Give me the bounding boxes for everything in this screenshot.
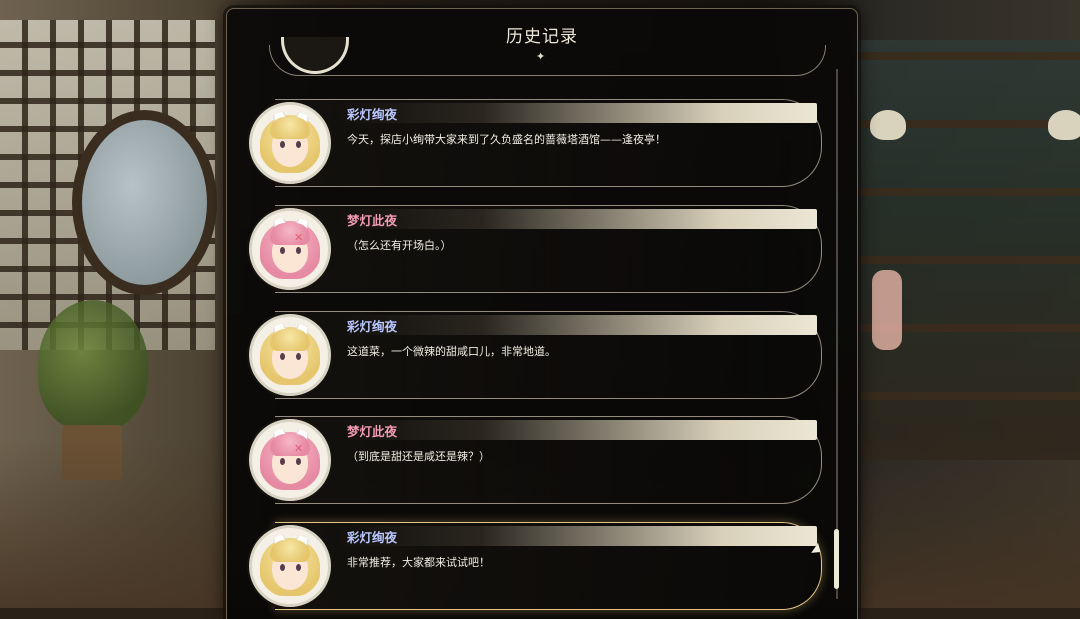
history-entry[interactable]: 梦灯此夜 （怎么还有开场白。） ✕ [247, 205, 825, 293]
pink-hair-girl-avatar: ✕ [249, 208, 331, 290]
dialogue-text: 非常推荐，大家都来试试吧！ [347, 556, 490, 569]
blonde-girl-avatar [249, 525, 331, 607]
dialogue-text: 今天，探店小绚带大家来到了久负盛名的蔷薇塔酒馆——逢夜亭！ [347, 133, 666, 146]
speaker-name-bar [339, 315, 817, 335]
lantern-icon [870, 110, 906, 140]
dialogue-text: 这道菜，一个微辣的甜咸口儿，非常地道。 [347, 345, 556, 358]
history-entry[interactable]: 彩灯绚夜 这道菜，一个微辣的甜咸口儿，非常地道。 [247, 311, 825, 399]
scrollbar-track[interactable] [836, 69, 838, 599]
blonde-girl-avatar [249, 314, 331, 396]
dialogue-text: （到底是甜还是咸还是辣？） [347, 450, 490, 463]
history-entry[interactable]: 彩灯绚夜 非常推荐，大家都来试试吧！ [247, 522, 825, 610]
blonde-girl-avatar [249, 102, 331, 184]
tavern-shelf [855, 40, 1080, 460]
speaker-name-bar [339, 420, 817, 440]
round-window [72, 110, 217, 295]
lantern-icon [1048, 110, 1080, 140]
dialogue-text: （怎么还有开场白。） [347, 239, 452, 252]
speaker-name: 梦灯此夜 [347, 424, 398, 439]
history-entry-partial[interactable] [269, 45, 826, 76]
pink-hair-girl-avatar: ✕ [249, 419, 331, 501]
scrollbar-thumb[interactable] [834, 529, 839, 589]
history-panel: 历史记录 ✦ 彩灯绚夜 今天，探店小绚带大家来到了久负盛名的蔷薇塔酒馆——逢夜亭… [226, 8, 858, 619]
speaker-name: 彩灯绚夜 [347, 319, 398, 334]
history-entry[interactable]: 彩灯绚夜 今天，探店小绚带大家来到了久负盛名的蔷薇塔酒馆——逢夜亭！ [247, 99, 825, 187]
speaker-name: 彩灯绚夜 [347, 530, 398, 545]
speaker-name: 彩灯绚夜 [347, 107, 398, 122]
character-hand [872, 270, 902, 350]
potted-plant [38, 300, 148, 430]
history-entry[interactable]: 梦灯此夜 （到底是甜还是咸还是辣？） ✕ [247, 416, 825, 504]
speaker-name-bar [339, 526, 817, 546]
speaker-name-bar [339, 209, 817, 229]
speaker-name: 梦灯此夜 [347, 213, 398, 228]
speaker-name-bar [339, 103, 817, 123]
